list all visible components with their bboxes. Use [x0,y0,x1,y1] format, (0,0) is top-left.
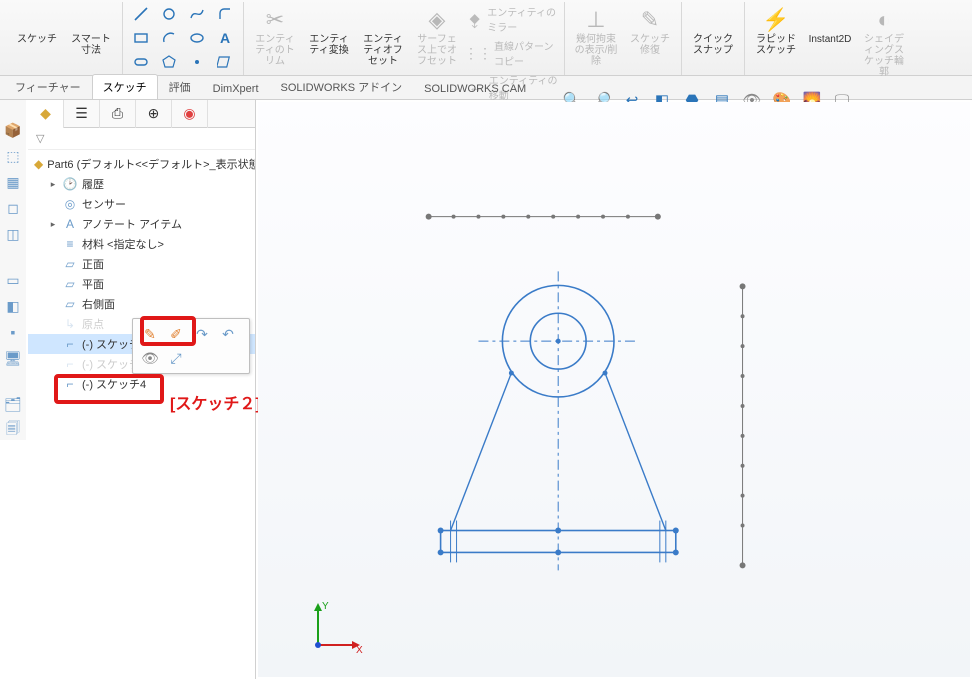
sketch-node-icon: ⌐ [62,337,78,351]
edit-sketch-icon[interactable]: ✎ [141,325,159,343]
tab-dimxpert[interactable]: DimXpert [202,78,270,99]
zoom-to-icon[interactable]: ⤢ [167,349,185,367]
sensor-icon: ◎ [62,197,78,211]
ellipse-tool[interactable] [185,28,209,48]
feature-filter-row: ▽ [28,128,255,150]
graphics-canvas[interactable]: Y X [258,102,970,677]
tree-material[interactable]: ≡ 材料 <指定なし> [28,234,255,254]
circle-tool[interactable] [157,4,181,24]
mirror-tool[interactable]: ⧪ [466,9,483,29]
panel-tab-config[interactable]: ⎙ [100,100,136,128]
ribbon-toolbar: スケッチ スマート寸法 A [0,0,972,76]
expand-icon[interactable]: ▸ [48,179,58,190]
sketch-node-icon: ⌐ [62,357,78,371]
ribbon-group-snap: · クイックスナップ [682,2,745,75]
shading-icon: ◐ [877,6,890,34]
fillet-tool[interactable] [213,4,237,24]
sketch-geometry [258,102,970,677]
repair-icon: ✎ [641,6,659,34]
tree-right-plane[interactable]: ▱ 右側面 [28,294,255,314]
polygon-tool[interactable] [157,52,181,72]
rail-drawing-icon[interactable]: ▦ [3,172,23,192]
rail-face-icon[interactable]: ◧ [3,296,23,316]
panel-tab-dimxpert[interactable]: ⊕ [136,100,172,128]
plane-icon: ▱ [62,277,78,291]
tree-top-plane[interactable]: ▱ 平面 [28,274,255,294]
svg-text:X: X [356,645,363,656]
tab-addin[interactable]: SOLIDWORKS アドイン [270,74,414,99]
trim-button[interactable]: ✂ エンティティのトリム [250,4,300,69]
convert-button[interactable]: エンティティ変換 [304,4,354,58]
annotation-icon: A [62,217,78,231]
point-tool[interactable] [185,52,209,72]
panel-tabs: ◆ ☰ ⎙ ⊕ ◉ [28,100,255,128]
ribbon-group-entity: ✂ エンティティのトリム エンティティ変換 エンティティオフセット ◈ サーフェ… [244,2,565,75]
normal-to-icon[interactable]: ↷ [193,325,211,343]
rail-config-icon[interactable]: 🗂 [3,394,23,414]
smart-dimension-button[interactable]: スマート寸法 [66,4,116,58]
instant2d-button[interactable]: Instant2D [805,4,855,47]
rail-part-icon[interactable]: 📦 [3,120,23,140]
sketch-node-icon: ⌐ [62,377,78,391]
line-tool[interactable] [129,4,153,24]
plane-icon: ▱ [62,297,78,311]
tree-root[interactable]: ◆ Part6 (デフォルト<<デフォルト>_表示状態 1> [28,154,255,174]
part-icon: ◆ [34,157,43,171]
tree-history[interactable]: ▸ 🕑 履歴 [28,174,255,194]
linear-pattern-tool[interactable]: ⋮⋮ [466,43,490,63]
hide-icon[interactable]: 👁 [141,349,159,367]
ribbon-group-sketch: スケッチ スマート寸法 [6,2,123,75]
edit-sketch-plane-icon[interactable]: ✐ [167,325,185,343]
svg-text:Y: Y [322,601,329,612]
tab-evaluate[interactable]: 評価 [158,74,202,99]
rail-edge-icon[interactable]: ▭ [3,270,23,290]
tab-feature[interactable]: フィーチャー [4,74,92,99]
material-icon: ≡ [62,237,78,251]
surface-offset-button[interactable]: ◈ サーフェス上でオフセット [412,4,462,69]
slot-tool[interactable] [129,52,153,72]
tab-cam[interactable]: SOLIDWORKS CAM [413,78,537,99]
sketch-button[interactable]: スケッチ [12,4,62,47]
ribbon-group-rapid: ⚡ ラピッドスケッチ Instant2D ◐ シェイディングスケッチ輪郭 [745,2,915,75]
quicksnap-button[interactable]: · クイックスナップ [688,4,738,58]
rail-capture-icon[interactable]: 🗐 [3,420,23,440]
plane-icon: ▱ [62,257,78,271]
panel-tab-property[interactable]: ☰ [64,100,100,128]
rail-body-icon[interactable]: ◻ [3,198,23,218]
tree-annotation[interactable]: ▸ A アノテート アイテム [28,214,255,234]
surface-offset-icon: ◈ [429,6,446,34]
ribbon-group-draw: A [123,2,244,75]
panel-tab-feature[interactable]: ◆ [28,100,64,128]
undo-icon[interactable]: ↶ [219,325,237,343]
ribbon-group-constraint: ⊥ 幾何拘束の表示/削除 ✎ スケッチ修復 [565,2,682,75]
axis-triad: Y X [306,597,366,657]
rectangle-tool[interactable] [129,28,153,48]
context-toolbar: ✎ ✐ ↷ ↶ 👁 ⤢ [132,318,250,374]
text-tool[interactable]: A [213,28,237,48]
rapid-sketch-button[interactable]: ⚡ ラピッドスケッチ [751,4,801,58]
filter-icon[interactable]: ▽ [36,132,44,145]
rail-vertex-icon[interactable]: ▪ [3,322,23,342]
spline-tool[interactable] [185,4,209,24]
panel-tab-display[interactable]: ◉ [172,100,208,128]
constraint-icon: ⊥ [586,6,605,34]
left-sidebar-rail: 📦 ⬚ ▦ ◻ ◫ ▭ ◧ ▪ 🖥 🗂 🗐 [0,100,26,440]
arc-tool[interactable] [157,28,181,48]
offset-button[interactable]: エンティティオフセット [358,4,408,69]
tree-sensor[interactable]: ◎ センサー [28,194,255,214]
history-icon: 🕑 [62,177,78,191]
tab-sketch[interactable]: スケッチ [92,74,158,99]
constraint-button[interactable]: ⊥ 幾何拘束の表示/削除 [571,4,621,69]
shading-button[interactable]: ◐ シェイディングスケッチ輪郭 [859,4,909,80]
origin-icon: ↳ [62,317,78,331]
rapid-icon: ⚡ [762,6,789,34]
plane-tool[interactable] [213,52,237,72]
tree-front-plane[interactable]: ▱ 正面 [28,254,255,274]
expand-icon[interactable]: ▸ [48,219,58,230]
rail-display-icon[interactable]: 🖥 [3,348,23,368]
rail-cube-icon[interactable]: ◫ [3,224,23,244]
trim-icon: ✂ [266,6,284,34]
rail-assembly-icon[interactable]: ⬚ [3,146,23,166]
repair-button[interactable]: ✎ スケッチ修復 [625,4,675,58]
